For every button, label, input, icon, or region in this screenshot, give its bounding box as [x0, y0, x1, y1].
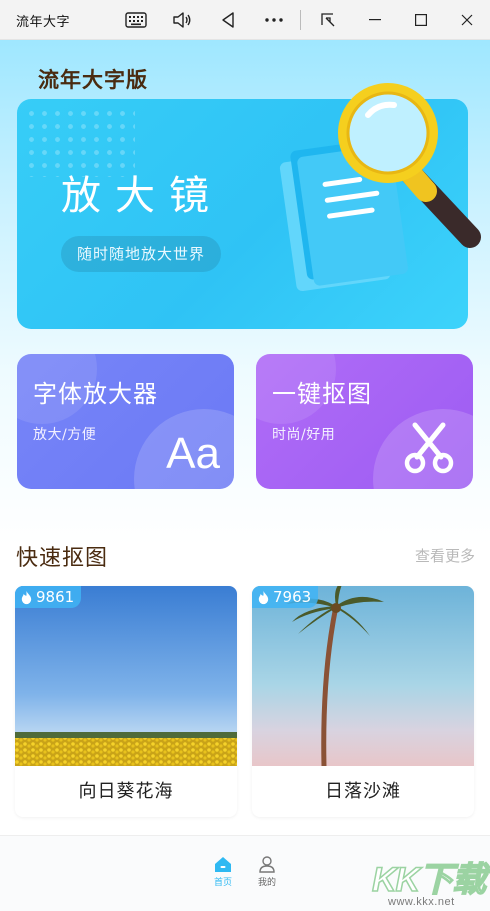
- hot-count-badge: 7963: [252, 586, 319, 608]
- card-title: 一键抠图: [272, 380, 372, 408]
- nav-mine-label: 我的: [257, 878, 276, 888]
- hero-title: 放大镜: [61, 173, 223, 219]
- nav-home-label: 首页: [213, 878, 232, 888]
- one-click-cutout-card[interactable]: 一键抠图 时尚/好用: [256, 354, 473, 489]
- hot-count: 9861: [36, 588, 75, 606]
- window-titlebar: 流年大字: [0, 0, 490, 40]
- site-watermark: KK下载 www.kkx.net: [371, 852, 490, 910]
- card-subtitle: 时尚/好用: [272, 427, 336, 443]
- nav-mine[interactable]: 我的: [249, 856, 285, 892]
- titlebar-divider: [300, 10, 301, 30]
- cutout-template-card[interactable]: 7963 日落沙滩: [252, 586, 474, 817]
- watermark-brand: KK下载: [371, 860, 487, 900]
- tile-label: 日落沙滩: [325, 781, 401, 802]
- more-icon[interactable]: [260, 6, 288, 34]
- view-more-link[interactable]: 查看更多: [415, 545, 475, 566]
- home-icon: [215, 857, 231, 872]
- back-triangle-icon[interactable]: [214, 6, 242, 34]
- watermark-url: www.kkx.net: [388, 896, 455, 908]
- minimize-icon[interactable]: [361, 6, 389, 34]
- nav-home[interactable]: 首页: [205, 856, 241, 892]
- sunflower-field-image: [15, 586, 237, 766]
- close-icon[interactable]: [453, 6, 481, 34]
- snap-icon[interactable]: [314, 6, 342, 34]
- font-size-icon: Aa: [166, 429, 220, 478]
- hot-count: 7963: [273, 588, 312, 606]
- user-icon: [259, 856, 275, 873]
- window-title: 流年大字: [16, 15, 71, 30]
- hero-subtitle: 随时随地放大世界: [61, 236, 222, 272]
- scissors-icon: [404, 422, 454, 474]
- card-title: 字体放大器: [33, 380, 158, 408]
- app-title: 流年大字版: [38, 68, 148, 92]
- tile-label: 向日葵花海: [78, 781, 174, 802]
- app-screen: 流年大字版 放大镜 随时随地放大世界 字体放大器 放大/方便 Aa 一键抠图 时…: [0, 40, 490, 911]
- cutout-template-card[interactable]: 9861 向日葵花海: [15, 586, 237, 817]
- hot-count-badge: 9861: [15, 586, 82, 608]
- font-magnifier-card[interactable]: 字体放大器 放大/方便 Aa: [17, 354, 234, 489]
- keyboard-icon[interactable]: [122, 6, 150, 34]
- maximize-icon[interactable]: [407, 6, 435, 34]
- section-title: 快速抠图: [16, 546, 109, 571]
- magnifier-icon: [338, 83, 481, 248]
- card-subtitle: 放大/方便: [33, 427, 97, 443]
- flame-icon: [21, 590, 32, 604]
- flame-icon: [258, 590, 269, 604]
- sunset-beach-image: [252, 586, 474, 766]
- volume-icon[interactable]: [168, 6, 196, 34]
